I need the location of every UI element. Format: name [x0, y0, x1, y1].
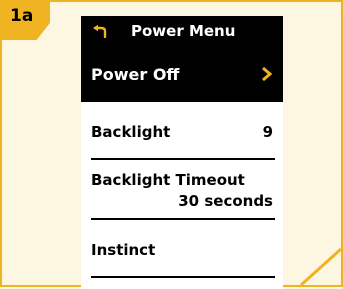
menu-item-value: 30 seconds [178, 192, 273, 210]
menu-item-label: Power Off [91, 64, 180, 84]
instruction-frame: 1a Power Menu Power Off Backlight 9 Back… [0, 0, 343, 289]
chevron-right-icon [262, 66, 273, 82]
menu-item-label: Backlight Timeout [91, 171, 245, 189]
menu-divider [91, 276, 275, 278]
device-screen: Power Menu Power Off Backlight 9 Backlig… [81, 16, 283, 289]
menu-item-value: 9 [262, 123, 273, 141]
menu-divider [91, 218, 275, 220]
menu-item-label: Instinct [91, 241, 156, 259]
back-arrow-icon[interactable] [91, 24, 109, 38]
step-badge: 1a [2, 2, 50, 40]
title-bar: Power Menu [81, 16, 283, 46]
menu-item-power-off[interactable]: Power Off [81, 46, 283, 102]
corner-accent-decoration [299, 247, 341, 285]
step-label: 1a [10, 6, 34, 26]
menu-divider [91, 158, 275, 160]
screen-title: Power Menu [131, 22, 236, 40]
menu-item-label: Backlight [91, 123, 171, 141]
